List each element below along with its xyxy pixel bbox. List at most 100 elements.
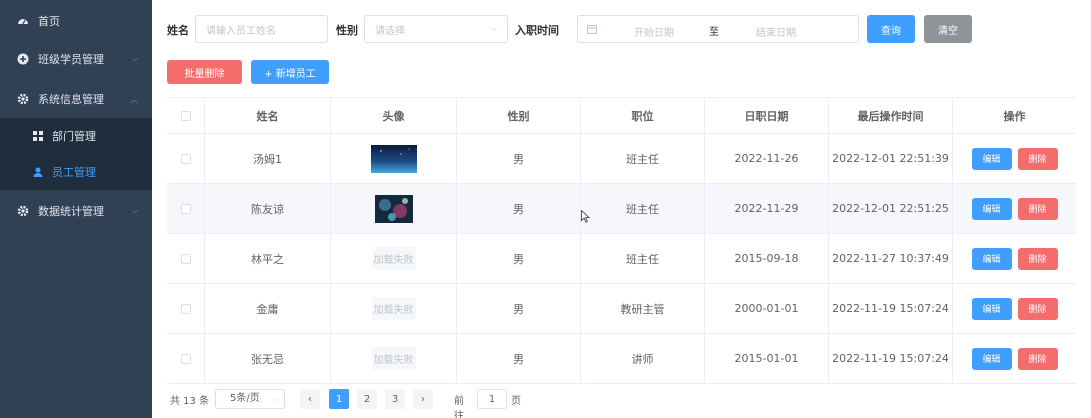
cell-entry-date: 2015-09-18 [705, 234, 829, 283]
sidebar-item-statistics[interactable]: 数据统计管理 ⌵ [0, 192, 152, 230]
page-1-button[interactable]: 1 [329, 389, 349, 409]
row-select-cell [167, 334, 205, 383]
sidebar-item-home[interactable]: 首页 [0, 2, 152, 40]
cell-avatar [331, 184, 457, 233]
cell-gender: 男 [457, 234, 581, 283]
sidebar-item-employees[interactable]: 员工管理 [0, 154, 152, 190]
page-unit-label: 页 [511, 396, 521, 407]
gender-label: 性别 [336, 24, 358, 37]
table-row: 林平之 加载失败 男 班主任 2015-09-18 2022-11-27 10:… [167, 234, 1076, 284]
prev-page-button[interactable]: ‹ [300, 389, 320, 409]
row-checkbox[interactable] [180, 253, 191, 264]
edit-button[interactable]: 编辑 [971, 247, 1012, 270]
chevron-down-icon: ⌵ [271, 394, 278, 403]
entry-date-range-picker[interactable]: 开始日期 至 结束日期 [577, 15, 859, 43]
chevron-up-icon: ︿ [130, 94, 138, 104]
header-gender: 性别 [457, 98, 581, 133]
cell-name: 张无忌 [205, 334, 331, 383]
header-entry-date: 日职日期 [705, 98, 829, 133]
avatar-image [374, 194, 413, 223]
cell-updated: 2022-11-19 15:07:24 [829, 334, 953, 383]
row-select-cell [167, 284, 205, 333]
cell-position: 班主任 [581, 234, 705, 283]
add-employee-button[interactable]: + 新增员工 [251, 60, 329, 84]
circle-plus-icon [17, 53, 29, 65]
gear-icon [17, 205, 29, 217]
row-checkbox[interactable] [180, 303, 191, 314]
select-all-cell [167, 98, 205, 133]
cell-position: 教研主管 [581, 284, 705, 333]
row-checkbox[interactable] [180, 153, 191, 164]
delete-button[interactable]: 删除 [1017, 197, 1058, 220]
date-end-placeholder: 结束日期 [756, 28, 796, 39]
delete-button[interactable]: 删除 [1017, 297, 1058, 320]
sidebar-item-label: 首页 [38, 15, 60, 28]
sidebar-item-class-students[interactable]: 班级学员管理 ⌵ [0, 40, 152, 78]
avatar-image [370, 144, 417, 173]
next-page-button[interactable]: › [413, 389, 433, 409]
delete-button[interactable]: 删除 [1017, 347, 1058, 370]
table-row: 汤姆1 男 班主任 2022-11-26 2022-12-01 22:51:39… [167, 134, 1076, 184]
cell-actions: 编辑 删除 [953, 284, 1076, 333]
cell-gender: 男 [457, 184, 581, 233]
cell-updated: 2022-11-19 15:07:24 [829, 284, 953, 333]
page-size-select[interactable]: 5条/页 ⌵ [215, 389, 285, 409]
cell-updated: 2022-12-01 22:51:25 [829, 184, 953, 233]
name-search-input[interactable]: 请输入员工姓名 [195, 15, 328, 43]
goto-page-input[interactable]: 1 [477, 389, 507, 409]
sidebar-item-label: 部门管理 [52, 130, 96, 143]
cell-actions: 编辑 删除 [953, 134, 1076, 183]
date-separator: 至 [709, 27, 719, 38]
header-avatar: 头像 [331, 98, 457, 133]
sidebar-item-label: 员工管理 [52, 166, 96, 179]
gender-select-placeholder: 请选择 [375, 25, 405, 37]
select-all-checkbox[interactable] [180, 110, 191, 121]
avatar-load-failed: 加载失败 [371, 347, 416, 370]
submenu: 部门管理 员工管理 [0, 118, 152, 190]
cell-actions: 编辑 删除 [953, 184, 1076, 233]
cell-name: 林平之 [205, 234, 331, 283]
page-2-button[interactable]: 2 [357, 389, 377, 409]
name-input-placeholder: 请输入员工姓名 [206, 25, 276, 37]
delete-button[interactable]: 删除 [1017, 247, 1058, 270]
edit-button[interactable]: 编辑 [971, 197, 1012, 220]
header-updated: 最后操作时间 [829, 98, 953, 133]
goto-label: 前往 [454, 396, 464, 418]
edit-button[interactable]: 编辑 [971, 147, 1012, 170]
sidebar-item-departments[interactable]: 部门管理 [0, 118, 152, 154]
edit-button[interactable]: 编辑 [971, 347, 1012, 370]
batch-delete-button[interactable]: 批量删除 [167, 60, 242, 84]
chevron-down-icon: ⌵ [131, 54, 138, 63]
row-select-cell [167, 234, 205, 283]
delete-button[interactable]: 删除 [1017, 147, 1058, 170]
name-label: 姓名 [167, 24, 189, 37]
employee-table: 姓名 头像 性别 职位 日职日期 最后操作时间 操作 汤姆1 男 班主任 202… [167, 97, 1076, 384]
cell-entry-date: 2022-11-29 [705, 184, 829, 233]
cell-name: 陈友谅 [205, 184, 331, 233]
clear-button[interactable]: 清空 [924, 15, 972, 43]
edit-button[interactable]: 编辑 [971, 297, 1012, 320]
cell-entry-date: 2000-01-01 [705, 284, 829, 333]
table-row: 金庸 加载失败 男 教研主管 2000-01-01 2022-11-19 15:… [167, 284, 1076, 334]
cell-updated: 2022-12-01 22:51:39 [829, 134, 953, 183]
gender-select[interactable]: 请选择 ⌵ [364, 15, 508, 43]
sidebar-item-label: 系统信息管理 [38, 93, 104, 106]
cell-avatar: 加载失败 [331, 234, 457, 283]
cell-entry-date: 2022-11-26 [705, 134, 829, 183]
query-button[interactable]: 查询 [867, 15, 915, 43]
sidebar: 首页 班级学员管理 ⌵ 系统信息管理 ︿ 部门管理 员工管理 数据统计管理 ⌵ [0, 0, 152, 418]
cell-gender: 男 [457, 134, 581, 183]
row-checkbox[interactable] [180, 353, 191, 364]
cell-gender: 男 [457, 334, 581, 383]
cell-name: 金庸 [205, 284, 331, 333]
row-checkbox[interactable] [180, 203, 191, 214]
user-icon [33, 167, 43, 177]
cell-name: 汤姆1 [205, 134, 331, 183]
sidebar-item-system-info[interactable]: 系统信息管理 ︿ [0, 80, 152, 118]
entry-date-label: 入职时间 [515, 24, 559, 37]
mouse-cursor-icon [581, 210, 590, 223]
cell-avatar [331, 134, 457, 183]
date-start-placeholder: 开始日期 [634, 28, 674, 39]
cell-actions: 编辑 删除 [953, 334, 1076, 383]
page-3-button[interactable]: 3 [385, 389, 405, 409]
